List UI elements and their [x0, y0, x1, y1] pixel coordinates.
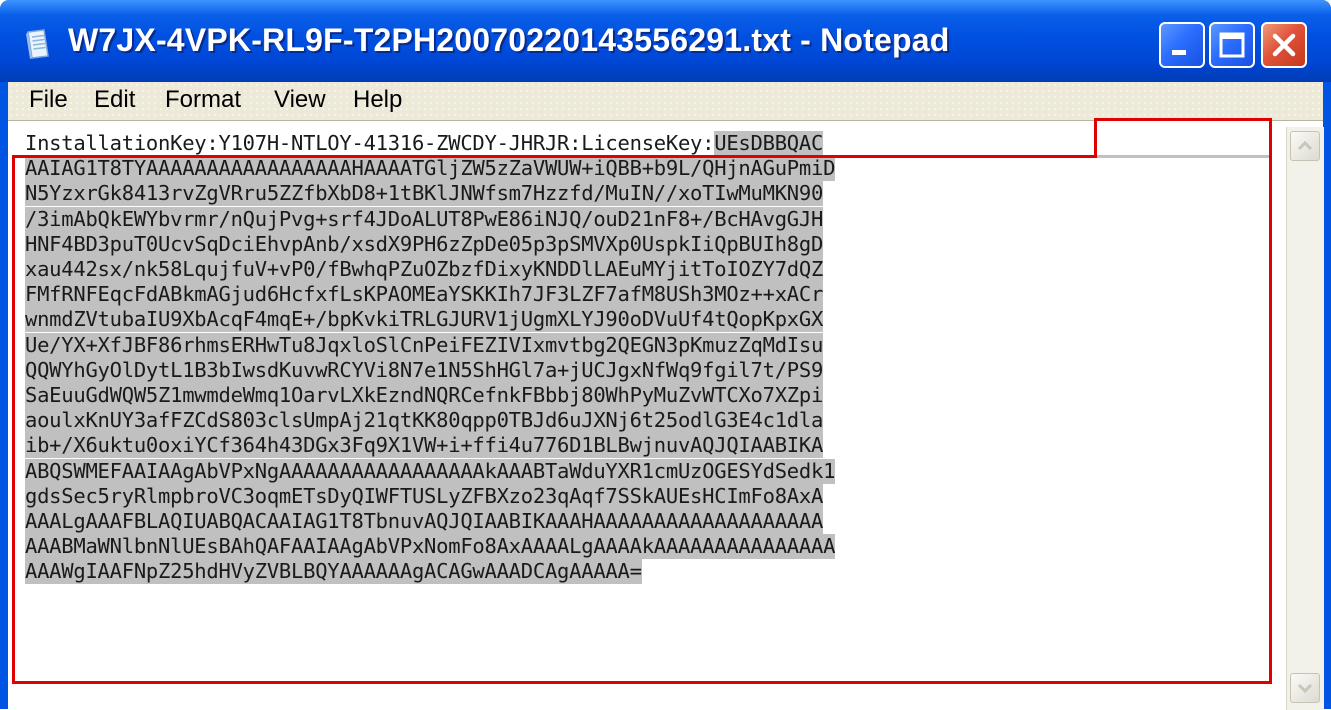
selected-text: UEsDBBQAC	[714, 131, 824, 155]
menu-format[interactable]: Format	[165, 86, 241, 114]
window-frame-left	[0, 82, 8, 709]
window-frame-right	[1323, 82, 1331, 709]
window-title: W7JX-4VPK-RL9F-T2PH20070220143556291.txt…	[68, 22, 950, 58]
scroll-up-button[interactable]	[1290, 131, 1320, 161]
highlight-outline-join	[1097, 155, 1269, 158]
menu-bar: File Edit Format View Help	[8, 82, 1323, 120]
menu-file[interactable]: File	[29, 86, 68, 114]
menu-view[interactable]: View	[274, 86, 326, 114]
highlight-outline-body	[12, 155, 1272, 684]
close-icon	[1272, 33, 1296, 57]
text-line-1: InstallationKey:Y107H-NTLOY-41316-ZWCDY-…	[25, 131, 823, 156]
scroll-down-icon	[1297, 683, 1313, 694]
scroll-down-button[interactable]	[1290, 673, 1320, 703]
minimize-button[interactable]	[1159, 22, 1205, 68]
highlight-outline-top	[1094, 118, 1272, 158]
title-bar[interactable]: W7JX-4VPK-RL9F-T2PH20070220143556291.txt…	[0, 0, 1331, 82]
minimize-icon	[1172, 50, 1186, 55]
menu-help[interactable]: Help	[353, 86, 402, 114]
notepad-window: W7JX-4VPK-RL9F-T2PH20070220143556291.txt…	[0, 0, 1331, 710]
maximize-button[interactable]	[1209, 22, 1255, 68]
menu-edit[interactable]: Edit	[94, 86, 135, 114]
scroll-up-icon	[1297, 140, 1313, 151]
close-button[interactable]	[1261, 22, 1307, 68]
vertical-scrollbar[interactable]	[1286, 127, 1324, 710]
maximize-icon	[1219, 32, 1245, 58]
notepad-icon	[26, 29, 49, 59]
installation-key-text: InstallationKey:Y107H-NTLOY-41316-ZWCDY-…	[25, 131, 715, 155]
